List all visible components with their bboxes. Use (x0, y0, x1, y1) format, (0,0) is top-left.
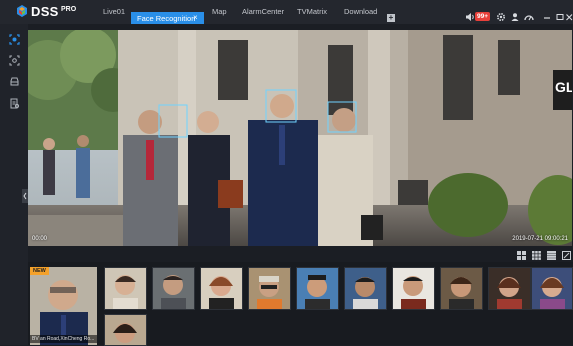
video-timestamp-right: 2019-07-21 09:00:21 (512, 236, 568, 242)
alarm-sound-icon[interactable] (465, 12, 475, 22)
grid-2x2-icon[interactable] (517, 251, 526, 260)
video-timestamp-left: 00:00 (32, 236, 48, 242)
capture-thumb[interactable] (104, 267, 147, 310)
tab-live01[interactable]: Live01 (103, 7, 125, 16)
live-video-view[interactable]: GL 00:00 2019-07-21 09:00:21 (28, 30, 572, 246)
tab-tvmatrix[interactable]: TVMatrix (297, 7, 327, 16)
settings-icon[interactable] (496, 12, 506, 22)
dss-logo-icon (17, 5, 27, 17)
brand-edition: PRO (61, 6, 77, 13)
capture-thumb[interactable] (104, 314, 147, 346)
capture-toolbar (28, 248, 573, 262)
tab-map[interactable]: Map (212, 7, 227, 16)
report-icon[interactable] (9, 98, 20, 109)
new-capture-badge: NEW (30, 267, 49, 275)
face-recognition-icon[interactable] (9, 34, 20, 45)
alarm-count-badge[interactable]: 99+ (475, 12, 491, 21)
user-icon[interactable] (510, 12, 520, 22)
tab-alarmcenter[interactable]: AlarmCenter (242, 7, 284, 16)
maximize-icon[interactable] (555, 12, 565, 22)
capture-thumb[interactable] (248, 267, 291, 310)
minimize-icon[interactable] (542, 12, 552, 22)
brand-name: DSS (31, 4, 59, 19)
vehicle-icon[interactable] (9, 76, 20, 87)
dashboard-icon[interactable] (524, 12, 534, 22)
close-tab-icon[interactable]: × (193, 13, 198, 22)
tab-face-recognition-label: Face Recognition (137, 14, 196, 23)
close-window-icon[interactable] (566, 12, 573, 22)
capture-thumb[interactable] (344, 267, 387, 310)
shop-sign-text: GL (555, 79, 572, 95)
title-bar: DSS PRO Live01 Face Recognition × Map Al… (0, 0, 573, 24)
capture-thumb[interactable] (296, 267, 339, 310)
latest-capture-thumbnail[interactable] (30, 267, 97, 345)
tab-download[interactable]: Download (344, 7, 377, 16)
grid-3x3-icon[interactable] (532, 251, 541, 260)
capture-thumb[interactable] (392, 267, 435, 310)
grid-4x4-icon[interactable] (547, 251, 556, 260)
capture-thumb[interactable] (488, 267, 531, 310)
sidebar (0, 24, 28, 345)
add-tab-button[interactable]: + (387, 14, 395, 22)
fullscreen-icon[interactable] (562, 251, 571, 260)
street-scene-image: GL (28, 30, 572, 246)
tab-face-recognition[interactable]: Face Recognition × (131, 12, 204, 24)
face-search-icon[interactable] (9, 55, 20, 66)
capture-thumb[interactable] (531, 267, 573, 310)
capture-location-caption: BV an Road,XinCheng Ro... (30, 335, 97, 343)
capture-thumb[interactable] (200, 267, 243, 310)
capture-thumb[interactable] (152, 267, 195, 310)
capture-thumb[interactable] (440, 267, 483, 310)
